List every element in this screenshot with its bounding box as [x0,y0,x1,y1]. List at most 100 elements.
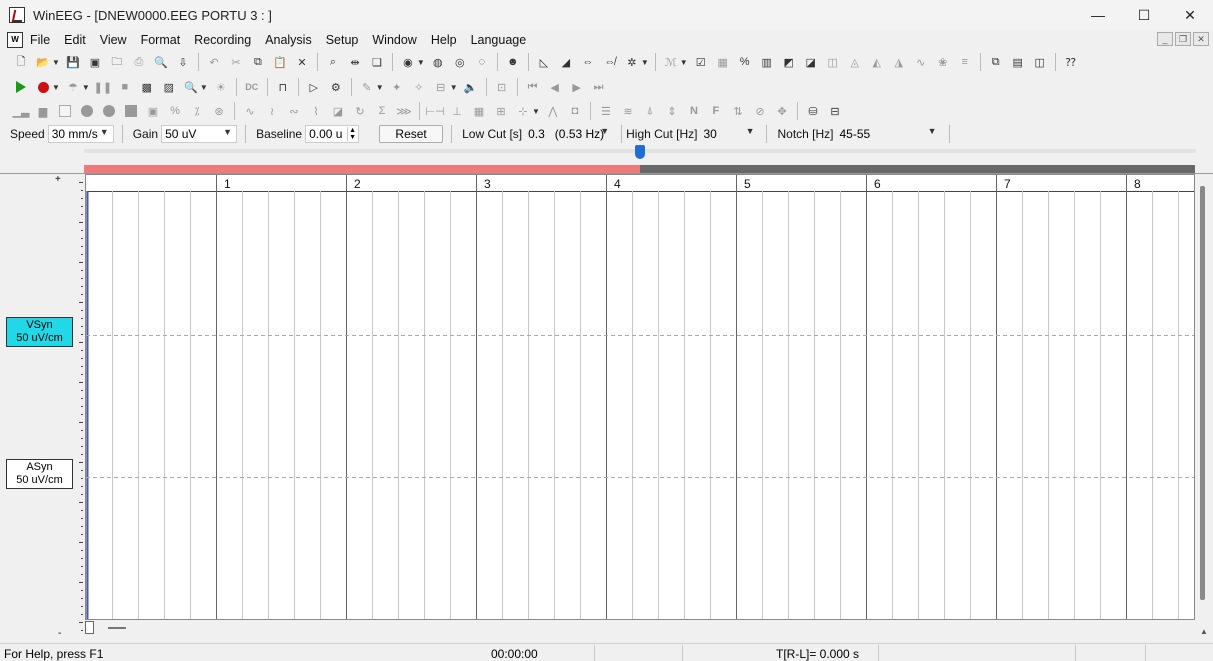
dc-icon[interactable]: DC [244,79,260,95]
brain-icon[interactable]: ❀ [935,54,951,70]
scale-plus[interactable]: + [55,174,61,185]
pin-icon[interactable]: ⍋ [642,103,658,119]
low-cut-select[interactable]: 0.3 (0.53 Hz) ▼ [525,125,613,143]
label-icon[interactable]: ◉ [400,54,416,70]
menu-setup[interactable]: Setup [319,33,366,47]
database-icon[interactable]: ⛁ [805,103,821,119]
paste-icon[interactable]: 📋 [272,54,288,70]
artifact-icon[interactable]: ✦ [389,79,405,95]
record-progress-bar[interactable] [84,165,1195,173]
copy-fragment-icon[interactable]: ❏ [369,54,385,70]
find-icon[interactable]: ⌕ [325,54,341,70]
lines-icon[interactable]: ≡ [957,54,973,70]
tile-horizontal-icon[interactable]: ▤ [1010,54,1026,70]
checklist-icon[interactable]: ☑ [693,54,709,70]
n-icon[interactable]: N [686,103,702,119]
label-prev-icon[interactable]: ◌ [474,54,490,70]
list-icon[interactable]: ☰ [598,103,614,119]
target-icon[interactable]: ⊛ [211,103,227,119]
percent-icon[interactable]: % [737,54,753,70]
chevron-down-icon[interactable]: ▼ [641,58,649,67]
close-button[interactable]: ✕ [1167,0,1213,30]
record-icon[interactable] [35,79,51,95]
copy-icon[interactable]: ⧉ [250,54,266,70]
ramp-icon[interactable]: ◺ [536,54,552,70]
square-icon[interactable] [123,103,139,119]
position-slider-thumb[interactable] [635,145,645,159]
pause-icon[interactable]: ❚❚ [94,79,112,95]
import-icon[interactable]: ⇩ [175,54,191,70]
edit-icon[interactable]: ✎ [359,79,375,95]
first-page-icon[interactable]: ⏮ [525,79,541,95]
ramp-filled-icon[interactable]: ◢ [558,54,574,70]
scale-minus[interactable]: - [58,628,61,639]
menu-window[interactable]: Window [365,33,423,47]
sine-triple-icon[interactable]: ∾ [286,103,302,119]
menu-recording[interactable]: Recording [187,33,258,47]
report-icon[interactable]: ⊟ [827,103,843,119]
chevron-down-icon[interactable]: ▼ [376,83,384,92]
cursor-h-icon[interactable]: ⊢⊣ [425,103,444,119]
rotate-icon[interactable]: ↻ [352,103,368,119]
menu-edit[interactable]: Edit [57,33,93,47]
f-icon[interactable]: F [708,103,724,119]
menu-file[interactable]: File [23,33,57,47]
spin-updown-icon[interactable]: ▲ ▼ [347,127,357,141]
horizontal-scroll-box[interactable] [85,621,94,634]
channel-label-asyn[interactable]: ASyn 50 uV/cm [6,459,73,489]
minimize-button[interactable]: — [1075,0,1121,30]
sort-icon[interactable]: ⇅ [730,103,746,119]
wave-chart-icon[interactable]: ◪ [803,54,819,70]
delete-icon[interactable]: ✕ [294,54,310,70]
map-icon[interactable]: ◩ [781,54,797,70]
folder-save-icon[interactable]: 🗀 [109,54,125,70]
stop-icon[interactable]: ■ [117,79,133,95]
print-icon[interactable]: ⎙ [131,54,147,70]
bar-chart-icon[interactable]: ▥ [759,54,775,70]
label-next-icon[interactable]: ◎ [452,54,468,70]
diagonal-icon[interactable]: ◪ [330,103,346,119]
chevron-down-icon[interactable]: ▼ [680,58,688,67]
split-icon[interactable]: ⇹ [347,54,363,70]
menu-language[interactable]: Language [464,33,534,47]
filter-icon[interactable]: ⊟ [433,79,449,95]
channel-label-vsyn[interactable]: VSyn 50 uV/cm [6,317,73,347]
overlay-icon[interactable]: ⋙ [396,103,412,119]
tile-vertical-icon[interactable]: ◫ [1032,54,1048,70]
chevron-down-icon[interactable]: ▼ [532,107,540,116]
chevron-down-icon[interactable]: ▼ [450,83,458,92]
eeg-trace-plot[interactable]: 1 2 3 4 5 6 7 8 [85,174,1195,620]
help-context-icon[interactable]: ⁇ [1063,54,1079,70]
grid-select-icon[interactable]: ⊞ [493,103,509,119]
impedance-icon[interactable]: ☂ [65,79,81,95]
cascade-icon[interactable]: ⧉ [988,54,1004,70]
app-icon[interactable] [9,7,25,23]
chevron-down-icon[interactable]: ▼ [200,83,208,92]
montage-select-icon[interactable]: ▩ [139,79,155,95]
stimulus-settings-icon[interactable]: ⚙ [328,79,344,95]
expand-icon[interactable]: ⇎ [602,54,618,70]
next-page-icon[interactable]: ▶ [569,79,585,95]
menu-view[interactable]: View [93,33,134,47]
chevron-down-icon[interactable]: ▼ [82,83,90,92]
label-delete-icon[interactable]: ◍ [430,54,446,70]
pattern-icon[interactable]: ≋ [620,103,636,119]
artifact-remove-icon[interactable]: ✧ [411,79,427,95]
sine-double-icon[interactable]: ≀ [264,103,280,119]
high-cut-select[interactable]: 30 ▼ [700,125,758,143]
sine-mark-icon[interactable]: ⌇ [308,103,324,119]
baseline-input[interactable]: 0.00 u ▲ ▼ [305,125,360,143]
slash-box-icon[interactable]: ⊘ [752,103,768,119]
prev-page-icon[interactable]: ◀ [547,79,563,95]
mdi-minimize-button[interactable]: _ [1157,32,1173,46]
blob-icon[interactable] [101,103,117,119]
graph-icon[interactable]: ✲ [624,54,640,70]
chevron-down-icon[interactable]: ▼ [417,58,425,67]
spectrum-icon[interactable]: ℳ [663,54,679,70]
scroll-right-icon[interactable]: ▲ [1200,627,1208,636]
open-folder-icon[interactable]: 📂 [35,54,51,70]
zoom-icon[interactable]: 🔍 [183,79,199,95]
histogram-icon[interactable]: ▁▃ [13,103,30,119]
sound-icon[interactable]: 🔈 [463,79,479,95]
mdi-restore-button[interactable]: ❐ [1175,32,1191,46]
